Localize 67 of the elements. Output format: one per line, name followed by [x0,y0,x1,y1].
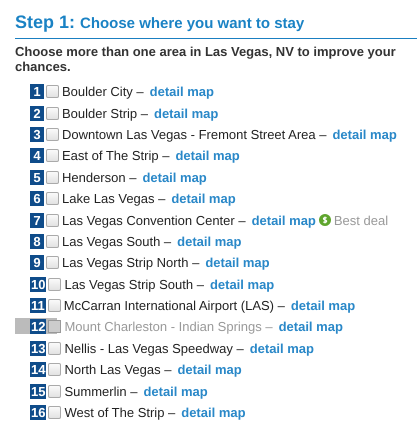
number-badge: 13 [30,340,46,356]
detail-map-link[interactable]: detail map [210,276,274,292]
area-name: East of The Strip – [62,148,170,164]
area-name: Summerlin – [64,384,138,399]
checkbox[interactable] [46,234,59,248]
checkbox[interactable] [46,149,59,162]
detail-map-link[interactable]: detail map [143,384,208,399]
area-name: Las Vegas Strip North – [62,255,200,270]
detail-map-link[interactable]: detail map [290,298,356,314]
detail-map-link[interactable]: detail map [252,212,316,228]
number-badge: 5 [30,170,44,185]
area-name: North Las Vegas – [64,362,172,378]
number-badge: 6 [30,191,44,206]
detail-map-link[interactable]: detail map [181,405,246,420]
detail-map-link[interactable]: detail map [250,340,314,356]
checkbox[interactable] [48,384,62,398]
step-label: Step 1: [15,12,76,32]
area-name: Las Vegas Strip South – [64,276,204,292]
number-badge: 7 [30,212,44,228]
detail-map-link[interactable]: detail map [177,234,242,249]
checkbox[interactable] [48,363,62,376]
number-badge: 14 [30,362,46,378]
detail-map-link[interactable]: detail map [171,191,236,206]
number-badge: 11 [30,298,46,314]
area-name: Downtown Las Vegas - Fremont Street Area – [62,126,326,142]
detail-map-link[interactable]: detail map [142,170,207,185]
number-badge: 8 [30,234,44,249]
area-name: McCarran International Airport (LAS) – [64,298,285,314]
checkbox[interactable] [46,106,59,120]
checkbox[interactable] [48,278,62,291]
number-badge: 3 [30,126,44,142]
number-badge: 2 [30,106,44,121]
dollar-badge-icon [318,214,331,226]
area-name: Las Vegas Convention Center – [62,212,246,228]
area-name: Nellis - Las Vegas Speedway – [64,340,244,356]
checkbox[interactable] [48,342,62,355]
checkbox[interactable] [46,85,59,98]
number-badge: 10 [30,276,46,292]
detail-map-link[interactable]: detail map [175,148,240,164]
area-name: Boulder Strip – [62,106,148,121]
checkbox[interactable] [46,214,59,227]
deal-label: Best deal [334,212,388,228]
area-name: Las Vegas South – [62,234,172,249]
checkbox[interactable] [46,128,59,141]
area-name: Mount Charleston - Indian Springs – [64,319,273,334]
instructions: Choose more than one area in Las Vegas, NV to improve your chances. [15,43,397,74]
area-name: Henderson – [62,170,136,185]
checkbox[interactable] [46,256,59,270]
detail-map-link[interactable]: detail map [150,84,214,100]
checkbox[interactable] [48,299,61,312]
detail-map-link[interactable]: detail map [332,126,397,142]
number-badge: 1 [30,84,44,100]
detail-map-link[interactable]: detail map [154,106,218,121]
number-badge: 12 [30,319,46,334]
checkbox[interactable] [46,192,59,206]
area-name: Lake Las Vegas – [62,191,166,206]
area-name: Boulder City – [62,84,144,100]
number-badge: 4 [30,148,44,164]
number-badge: 9 [30,255,44,270]
detail-map-link[interactable]: detail map [205,255,270,270]
detail-map-link[interactable]: detail map [177,362,242,378]
checkbox[interactable] [48,406,62,420]
area-name: West of The Strip – [64,405,176,420]
number-badge: 15 [30,384,46,399]
section-title: Choose where you want to stay [80,15,304,32]
checkbox[interactable] [46,170,59,184]
number-badge: 16 [30,405,46,420]
